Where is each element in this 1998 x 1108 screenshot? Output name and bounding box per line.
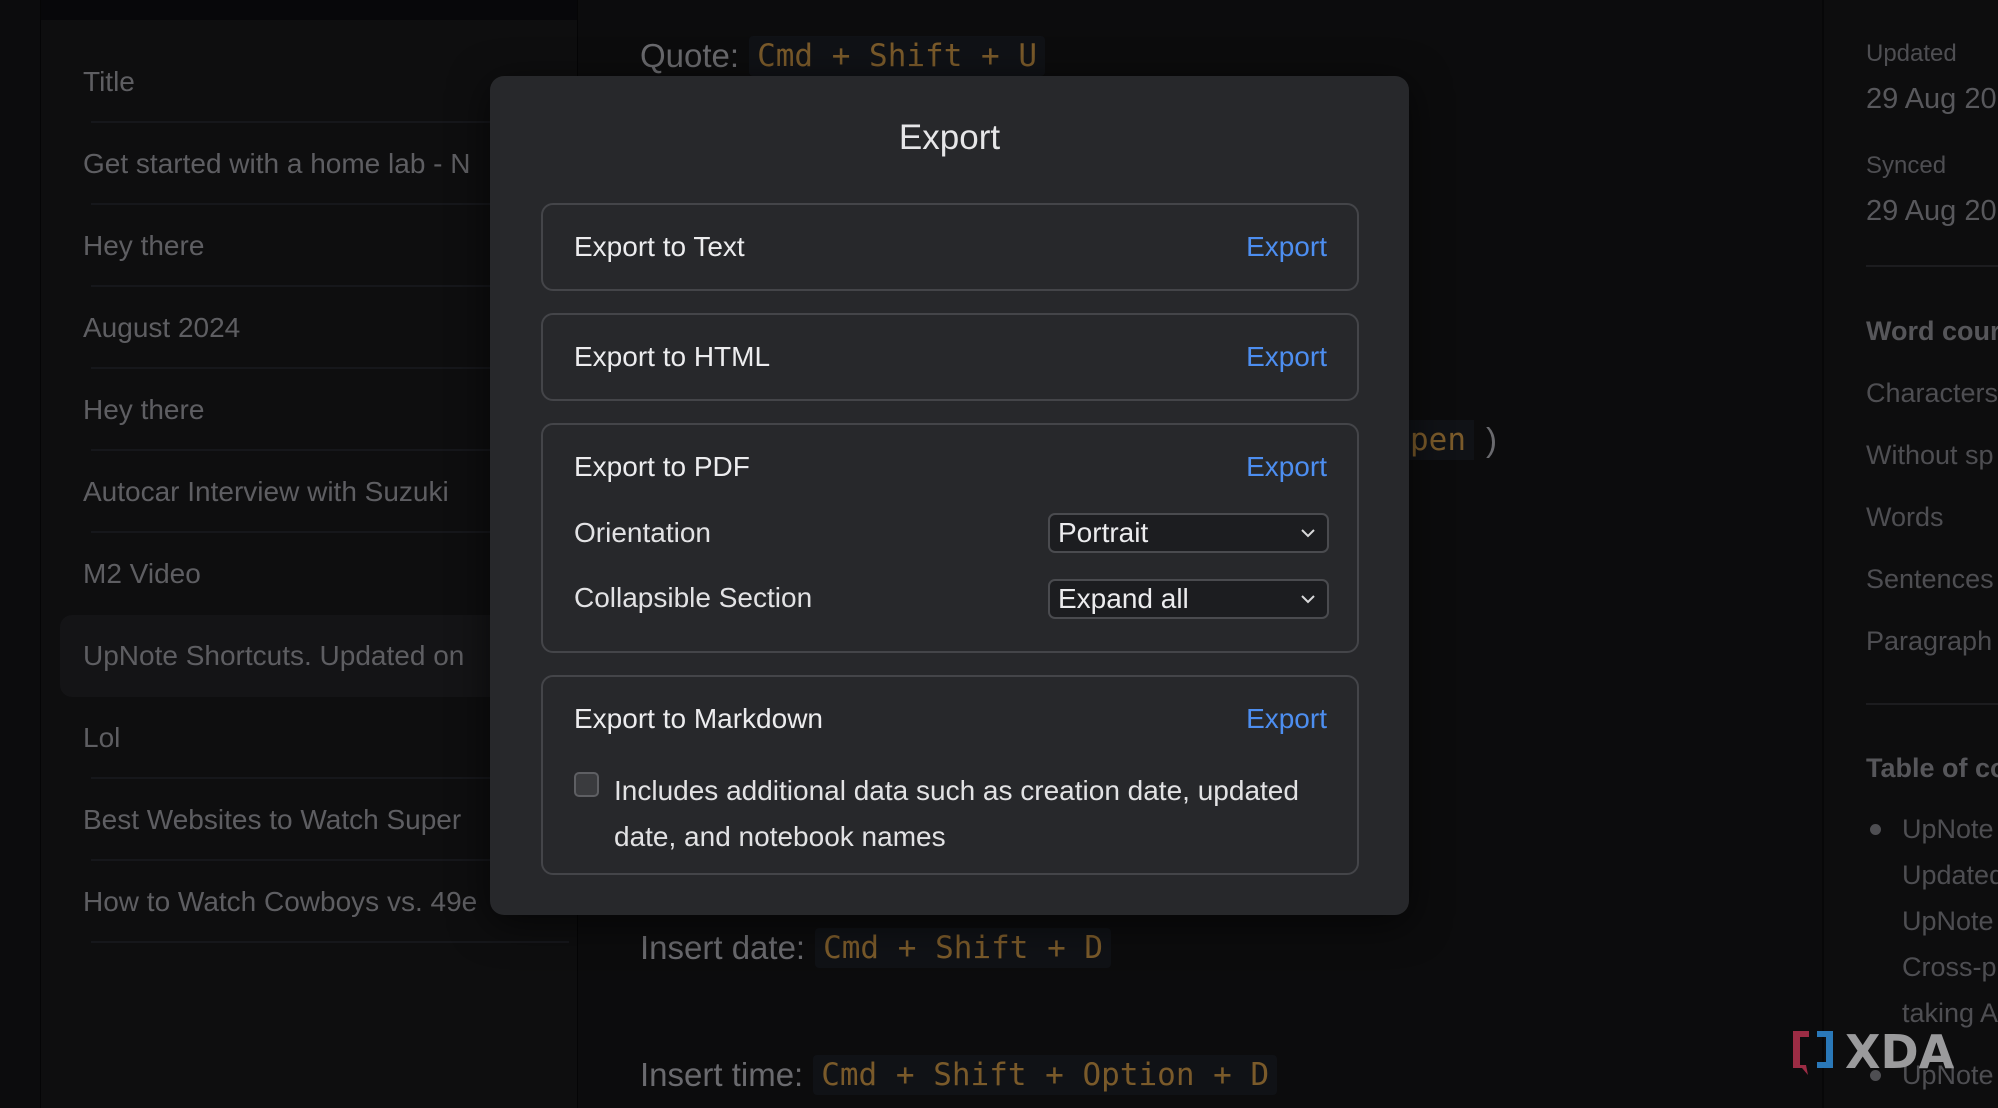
note-title: How to Watch Cowboys vs. 49e	[83, 886, 478, 917]
toc-bullet-icon	[1870, 824, 1881, 835]
toc-entry[interactable]: Updated	[1902, 860, 1998, 891]
export-markdown-title: Export to Markdown	[574, 703, 823, 734]
editor-line: Insert time: Cmd + Shift + Option + D	[640, 1055, 1278, 1095]
updated-label: Updated	[1866, 40, 1957, 67]
toc-entry[interactable]: Cross-p	[1902, 952, 1997, 983]
updated-value: 29 Aug 20	[1866, 83, 1997, 115]
stat-label: Sentences	[1866, 564, 1994, 594]
app-window: Title Get started with a home lab - N He…	[0, 0, 1998, 1108]
editor-shortcut: pen	[1402, 420, 1474, 460]
export-markdown-button[interactable]: Export	[1246, 703, 1327, 735]
export-pdf-button[interactable]: Export	[1246, 451, 1327, 483]
note-list-toolbar	[41, 0, 577, 20]
editor-shortcut: Cmd + Shift + D	[815, 928, 1112, 968]
divider	[91, 941, 569, 943]
toc-entry[interactable]: UpNote	[1902, 814, 1994, 845]
orientation-select[interactable]: Portrait	[1048, 513, 1329, 553]
note-title: M2 Video	[83, 558, 201, 589]
include-metadata-label[interactable]: Includes additional data such as creatio…	[614, 768, 1344, 860]
chevron-down-icon	[1301, 529, 1315, 538]
divider	[1866, 265, 1998, 267]
xda-logo-text: XDA	[1845, 1025, 1955, 1079]
stat-label: Words	[1866, 502, 1944, 532]
export-html-card: Export to HTML Export	[541, 313, 1359, 401]
note-title: Title	[83, 66, 135, 97]
export-html-button[interactable]: Export	[1246, 341, 1327, 373]
editor-text: )	[1486, 421, 1497, 458]
export-pdf-title: Export to PDF	[574, 451, 750, 482]
note-title: Hey there	[83, 230, 205, 261]
note-title: Hey there	[83, 394, 205, 425]
orientation-value: Portrait	[1058, 517, 1149, 548]
chevron-down-icon	[1301, 595, 1315, 604]
include-metadata-checkbox[interactable]	[574, 772, 599, 797]
collapsible-section-select[interactable]: Expand all	[1048, 579, 1329, 619]
note-info-panel: Updated 29 Aug 20 Synced 29 Aug 20 Word …	[1822, 0, 1998, 1108]
svg-text:XDA: XDA	[1845, 1025, 1955, 1079]
export-text-button[interactable]: Export	[1246, 231, 1327, 263]
note-title: Get started with a home lab - N	[83, 148, 471, 179]
collapsible-section-value: Expand all	[1058, 583, 1189, 614]
orientation-label: Orientation	[574, 517, 711, 548]
stat-label: Without sp	[1866, 440, 1994, 470]
export-html-title: Export to HTML	[574, 341, 771, 372]
export-text-card: Export to Text Export	[541, 203, 1359, 291]
note-title: Autocar Interview with Suzuki	[83, 476, 449, 507]
export-markdown-card: Export to Markdown Export Includes addit…	[541, 675, 1359, 875]
export-dialog: Export Export to Text Export Export to H…	[490, 76, 1409, 915]
dialog-title: Export	[898, 118, 1001, 157]
editor-line: Quote: Cmd + Shift + U	[640, 36, 1046, 76]
toc-header: Table of co	[1866, 753, 1998, 783]
collapsible-section-label: Collapsible Section	[574, 582, 813, 613]
editor-line-fragment: pen )	[1402, 420, 1497, 460]
synced-label: Synced	[1866, 152, 1947, 179]
editor-shortcut: Cmd + Shift + Option + D	[813, 1055, 1278, 1095]
synced-value: 29 Aug 20	[1866, 195, 1997, 227]
stat-label: Characters	[1866, 378, 1998, 408]
editor-line-label: Insert date:	[640, 929, 806, 966]
editor-line-label: Quote:	[640, 37, 740, 74]
note-title: Best Websites to Watch Super	[83, 804, 462, 835]
divider	[1866, 703, 1998, 705]
editor-shortcut: Cmd + Shift + U	[749, 36, 1046, 76]
note-title: UpNote Shortcuts. Updated on	[83, 640, 465, 671]
stat-label: Paragraph	[1866, 626, 1993, 656]
editor-line: Insert date: Cmd + Shift + D	[640, 928, 1112, 968]
note-title: Lol	[83, 722, 121, 753]
editor-line-label: Insert time:	[640, 1056, 804, 1093]
export-text-title: Export to Text	[574, 231, 745, 262]
export-pdf-card: Export to PDF Export Orientation Portrai…	[541, 423, 1359, 653]
xda-logo-icon: XDA	[1793, 1025, 1955, 1079]
note-title: August 2024	[83, 312, 241, 343]
toc-entry[interactable]: UpNote	[1902, 906, 1994, 937]
word-count-header: Word cour	[1866, 316, 1998, 346]
